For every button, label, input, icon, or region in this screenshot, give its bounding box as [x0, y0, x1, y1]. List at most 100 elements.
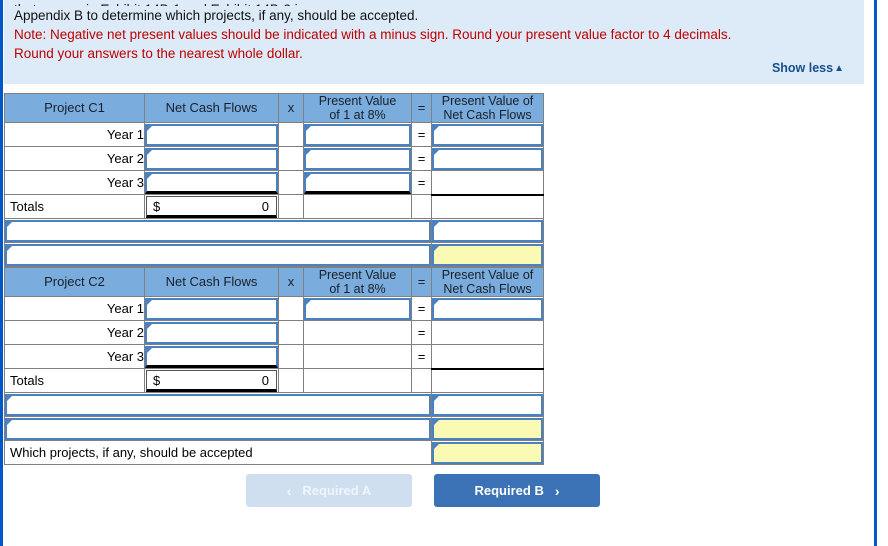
table-row: Year 2 = [4, 146, 544, 171]
page-left-rail [0, 0, 3, 546]
c1-net-present-value-input[interactable] [432, 243, 543, 266]
c2-year-2-net-cash-flows-input[interactable] [145, 321, 278, 344]
c1-extra-row-1-label-input[interactable] [5, 219, 431, 242]
instructions-line-1: Appendix B to determine which projects, … [14, 8, 419, 23]
column-net-cash-flows: Net Cash Flows [144, 267, 279, 297]
c2-year-2-label: Year 2 [4, 320, 145, 345]
c2-year-1-pv-factor-cell [303, 296, 412, 321]
table-row [4, 416, 544, 441]
column-pv-factor-line-2: of 1 at 8% [329, 108, 386, 122]
show-less-toggle[interactable]: Show less▲ [772, 61, 844, 75]
c1-year-1-net-cash-flows-cell [144, 122, 279, 147]
c2-year-2-pv-factor-cell [303, 320, 412, 345]
c1-year-1-pv-result-cell [431, 122, 544, 147]
c2-extra-row-1-value-cell [431, 392, 544, 417]
c2-year-1-net-cash-flows-cell [144, 296, 279, 321]
table-row: Year 2 = [4, 320, 544, 345]
c2-extra-row-1-label-cell [4, 392, 432, 417]
column-pv-factor-line-2: of 1 at 8% [329, 282, 386, 296]
required-a-button[interactable]: ‹ Required A [246, 474, 412, 507]
table-row: Totals $ 0 [4, 368, 544, 393]
c2-year-3-pv-factor-cell [303, 344, 412, 369]
column-pv-result-line-2: Net Cash Flows [443, 108, 532, 122]
c1-extra-row-1-label-cell [4, 218, 432, 243]
accepted-projects-answer-cell [431, 440, 544, 465]
c1-net-present-value-cell [431, 242, 544, 267]
c1-extra-row-1-value-input[interactable] [432, 219, 543, 242]
c2-totals-amount: 0 [261, 372, 269, 388]
c2-totals-value-box: $ 0 [146, 369, 277, 392]
show-less-label: Show less [771, 61, 834, 75]
column-net-cash-flows: Net Cash Flows [144, 93, 279, 123]
table-row [4, 218, 544, 243]
c1-year-1-equals: = [411, 122, 432, 147]
c2-year-1-net-cash-flows-input[interactable] [145, 297, 278, 320]
c1-year-2-pv-factor-cell [303, 146, 412, 171]
column-pv-result-line-1: Present Value of [441, 94, 534, 108]
c1-totals-amount: 0 [261, 198, 269, 214]
project-c1-table: Project C1 Net Cash Flows x Present Valu… [4, 93, 544, 267]
c2-totals-equals-cell [411, 368, 432, 393]
c2-totals-net-cash-flows-cell: $ 0 [144, 368, 279, 393]
c2-year-3-net-cash-flows-input[interactable] [145, 345, 278, 368]
c1-year-3-net-cash-flows-input[interactable] [145, 171, 278, 194]
c1-year-2-label: Year 2 [4, 146, 145, 171]
c2-net-present-value-label-input[interactable] [5, 417, 431, 440]
c2-year-1-pv-result-input[interactable] [432, 297, 543, 320]
c2-extra-row-1-value-input[interactable] [432, 393, 543, 416]
c1-year-3-pv-result-cell [431, 170, 544, 196]
column-pv-factor-line-1: Present Value [318, 94, 397, 108]
column-pv-result-line-2: Net Cash Flows [443, 282, 532, 296]
c2-totals-pv-factor-cell [303, 368, 412, 393]
c1-year-1-multiply-cell [278, 122, 304, 147]
c1-year-3-pv-factor-input[interactable] [304, 171, 411, 194]
c2-net-present-value-cell [431, 416, 544, 441]
column-equals-operator: = [411, 267, 432, 297]
c1-year-2-multiply-cell [278, 146, 304, 171]
c2-extra-row-1-label-input[interactable] [5, 393, 431, 416]
c2-net-present-value-input[interactable] [432, 417, 543, 440]
accepted-projects-answer-input[interactable] [432, 441, 543, 464]
c1-year-3-label: Year 3 [4, 170, 145, 195]
c1-totals-value-box: $ 0 [146, 195, 277, 218]
c1-year-3-multiply-cell [278, 170, 304, 195]
c1-year-1-net-cash-flows-input[interactable] [145, 123, 278, 146]
c1-year-3-net-cash-flows-cell [144, 170, 279, 195]
column-pv-result-line-1: Present Value of [441, 268, 534, 282]
table-row: Totals $ 0 [4, 194, 544, 219]
accepted-projects-question-label: Which projects, if any, should be accept… [4, 440, 432, 465]
c2-net-present-value-label-cell [4, 416, 432, 441]
c2-year-1-equals: = [411, 296, 432, 321]
c2-year-1-pv-factor-input[interactable] [304, 297, 411, 320]
table-row: Which projects, if any, should be accept… [4, 440, 544, 465]
c1-net-present-value-label-input[interactable] [5, 243, 431, 266]
c2-totals-pv-result-cell [431, 368, 544, 393]
required-b-label: Required B [474, 483, 544, 498]
c1-year-2-net-cash-flows-input[interactable] [145, 147, 278, 170]
column-pv-net-cash-flows: Present Value of Net Cash Flows [431, 267, 544, 297]
c1-year-2-pv-result-input[interactable] [432, 147, 543, 170]
c1-year-1-pv-factor-cell [303, 122, 412, 147]
c1-totals-pv-factor-cell [303, 194, 412, 219]
table-header-row: Project C2 Net Cash Flows x Present Valu… [4, 267, 544, 297]
c2-totals-multiply-cell [278, 368, 304, 393]
required-b-button[interactable]: Required B › [434, 474, 600, 507]
column-multiply-operator: x [278, 93, 304, 123]
c1-totals-label: Totals [4, 194, 145, 219]
c2-totals-currency: $ [153, 372, 161, 388]
column-pv-factor: Present Value of 1 at 8% [303, 93, 412, 123]
c2-year-3-label: Year 3 [4, 344, 145, 369]
c2-year-1-label: Year 1 [4, 296, 145, 321]
c1-year-1-pv-result-input[interactable] [432, 123, 543, 146]
project-c2-title: Project C2 [4, 267, 145, 297]
c1-year-1-pv-factor-input[interactable] [304, 123, 411, 146]
c2-year-2-net-cash-flows-cell [144, 320, 279, 345]
c1-year-2-pv-factor-input[interactable] [304, 147, 411, 170]
c2-year-3-equals: = [411, 344, 432, 369]
c1-year-3-equals: = [411, 170, 432, 195]
table-row: Year 1 = [4, 122, 544, 147]
c2-year-1-multiply-cell [278, 296, 304, 321]
chevron-left-icon: ‹ [286, 482, 292, 499]
c2-totals-label: Totals [4, 368, 145, 393]
project-c2-table: Project C2 Net Cash Flows x Present Valu… [4, 267, 544, 465]
